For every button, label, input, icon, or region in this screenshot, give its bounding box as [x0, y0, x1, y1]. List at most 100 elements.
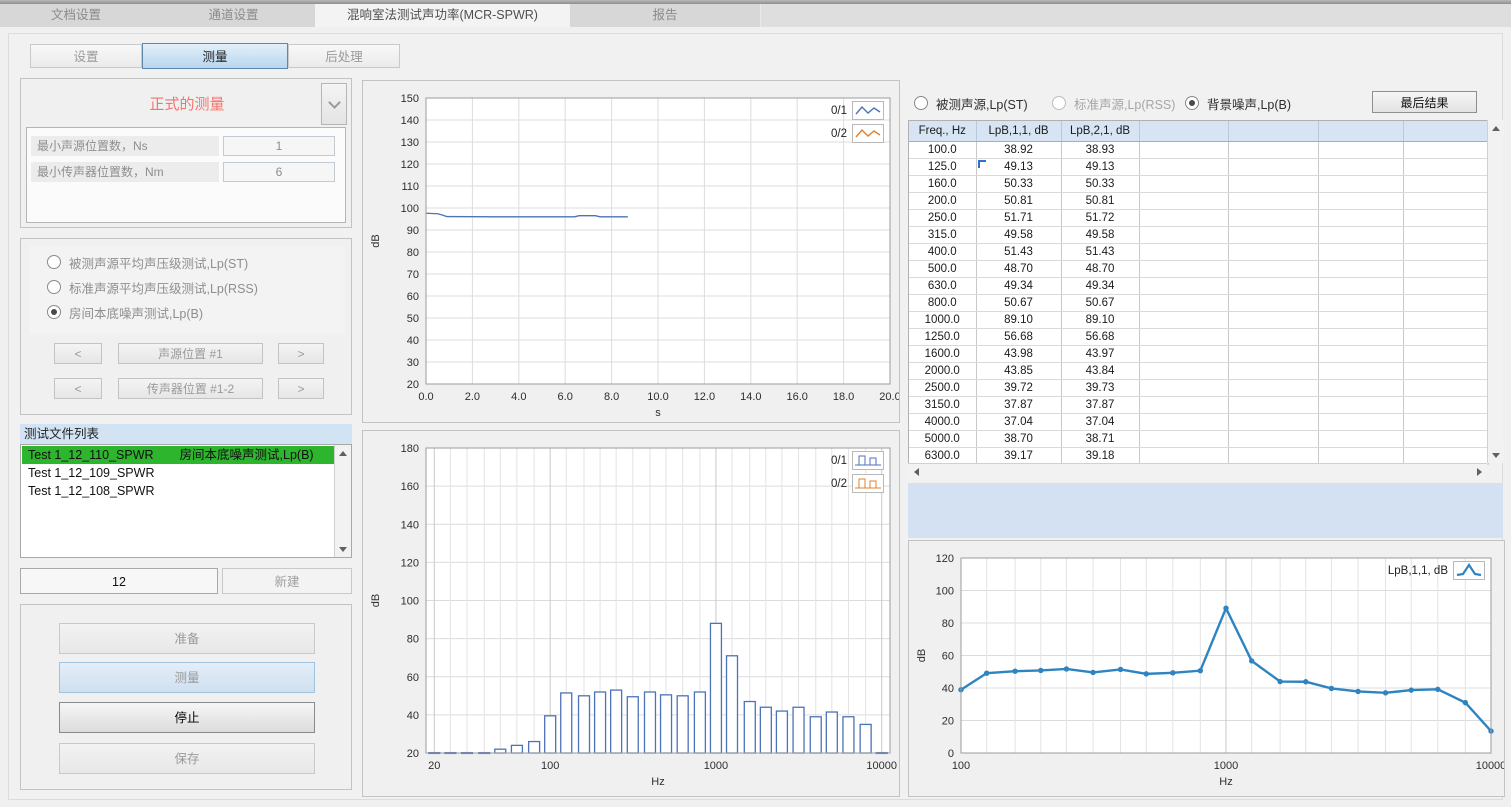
- table-cell[interactable]: [1318, 142, 1403, 159]
- table-cell[interactable]: 37.87: [976, 397, 1061, 414]
- table-row[interactable]: 2000.043.8543.84: [909, 363, 1488, 380]
- table-row[interactable]: 5000.038.7038.71: [909, 431, 1488, 448]
- table-cell[interactable]: [1403, 193, 1488, 210]
- table-cell[interactable]: 5000.0: [909, 431, 976, 448]
- table-cell[interactable]: 48.70: [976, 261, 1061, 278]
- table-cell[interactable]: [1403, 363, 1488, 380]
- mode-dropdown-button[interactable]: [321, 83, 347, 125]
- table-cell[interactable]: [1403, 329, 1488, 346]
- table-cell[interactable]: 400.0: [909, 244, 976, 261]
- result-radio-lp-rss[interactable]: 标准声源,Lp(RSS): [1052, 95, 1175, 111]
- table-horizontal-scrollbar[interactable]: [908, 463, 1487, 479]
- table-cell[interactable]: [1139, 142, 1228, 159]
- table-cell[interactable]: [1228, 346, 1318, 363]
- result-table[interactable]: Freq., Hz LpB,1,1, dB LpB,2,1, dB 100.03…: [908, 120, 1487, 465]
- table-cell[interactable]: 50.33: [1061, 176, 1139, 193]
- table-row[interactable]: 500.048.7048.70: [909, 261, 1488, 278]
- table-cell[interactable]: [1228, 193, 1318, 210]
- table-cell[interactable]: [1403, 142, 1488, 159]
- table-cell[interactable]: [1139, 414, 1228, 431]
- table-cell[interactable]: 49.13: [976, 159, 1061, 176]
- table-cell[interactable]: 630.0: [909, 278, 976, 295]
- table-cell[interactable]: 315.0: [909, 227, 976, 244]
- table-cell[interactable]: [1403, 176, 1488, 193]
- table-cell[interactable]: [1228, 244, 1318, 261]
- radio-lp-rss[interactable]: 标准声源平均声压级测试,Lp(RSS): [47, 279, 258, 295]
- ns-field-input[interactable]: 1: [223, 136, 335, 156]
- table-cell[interactable]: [1139, 261, 1228, 278]
- table-cell[interactable]: [1403, 448, 1488, 465]
- table-cell[interactable]: [1139, 176, 1228, 193]
- table-cell[interactable]: 800.0: [909, 295, 976, 312]
- scroll-down-icon[interactable]: [335, 541, 351, 557]
- table-cell[interactable]: [1228, 329, 1318, 346]
- table-row[interactable]: 100.038.9238.93: [909, 142, 1488, 159]
- table-cell[interactable]: [1228, 176, 1318, 193]
- tab-channel-settings[interactable]: 通道设置: [152, 4, 316, 27]
- table-cell[interactable]: [1139, 227, 1228, 244]
- table-row[interactable]: 160.050.3350.33: [909, 176, 1488, 193]
- result-radio-lp-st[interactable]: 被测声源,Lp(ST): [914, 95, 1028, 111]
- table-cell[interactable]: [1403, 380, 1488, 397]
- table-cell[interactable]: [1139, 278, 1228, 295]
- table-cell[interactable]: [1403, 346, 1488, 363]
- table-cell[interactable]: 50.81: [976, 193, 1061, 210]
- table-cell[interactable]: 49.34: [1061, 278, 1139, 295]
- table-cell[interactable]: 39.18: [1061, 448, 1139, 465]
- radio-lp-b[interactable]: 房间本底噪声测试,Lp(B): [47, 304, 203, 320]
- table-cell[interactable]: 250.0: [909, 210, 976, 227]
- mic-position-next-button[interactable]: >: [278, 378, 324, 399]
- table-cell[interactable]: 37.04: [1061, 414, 1139, 431]
- table-cell[interactable]: [1318, 312, 1403, 329]
- table-cell[interactable]: 89.10: [1061, 312, 1139, 329]
- table-row[interactable]: 250.051.7151.72: [909, 210, 1488, 227]
- table-cell[interactable]: [1228, 380, 1318, 397]
- table-cell[interactable]: [1228, 278, 1318, 295]
- table-cell[interactable]: [1139, 448, 1228, 465]
- table-cell[interactable]: 48.70: [1061, 261, 1139, 278]
- table-cell[interactable]: [1403, 159, 1488, 176]
- table-cell[interactable]: [1139, 346, 1228, 363]
- table-cell[interactable]: 49.34: [976, 278, 1061, 295]
- table-cell[interactable]: 4000.0: [909, 414, 976, 431]
- table-cell[interactable]: [1403, 210, 1488, 227]
- table-cell[interactable]: [1139, 397, 1228, 414]
- table-cell[interactable]: [1318, 329, 1403, 346]
- table-cell[interactable]: [1228, 431, 1318, 448]
- table-cell[interactable]: [1228, 414, 1318, 431]
- table-cell[interactable]: 2500.0: [909, 380, 976, 397]
- table-row[interactable]: 6300.039.1739.18: [909, 448, 1488, 465]
- table-cell[interactable]: 38.92: [976, 142, 1061, 159]
- table-cell[interactable]: 43.84: [1061, 363, 1139, 380]
- prepare-button[interactable]: 准备: [59, 623, 315, 654]
- table-cell[interactable]: [1318, 346, 1403, 363]
- scroll-left-icon[interactable]: [908, 464, 924, 480]
- table-cell[interactable]: 37.87: [1061, 397, 1139, 414]
- table-row[interactable]: 630.049.3449.34: [909, 278, 1488, 295]
- subtab-measure[interactable]: 测量: [142, 43, 288, 69]
- file-counter-button[interactable]: 12: [20, 568, 218, 594]
- table-cell[interactable]: [1139, 380, 1228, 397]
- table-cell[interactable]: [1139, 295, 1228, 312]
- table-cell[interactable]: [1318, 448, 1403, 465]
- source-position-button[interactable]: 声源位置 #1: [118, 343, 263, 364]
- table-row[interactable]: 2500.039.7239.73: [909, 380, 1488, 397]
- table-row[interactable]: 1600.043.9843.97: [909, 346, 1488, 363]
- list-item[interactable]: Test 1_12_110_SPWR房间本底噪声测试,Lp(B): [22, 446, 335, 464]
- table-cell[interactable]: [1318, 176, 1403, 193]
- table-cell[interactable]: 51.43: [1061, 244, 1139, 261]
- table-cell[interactable]: [1318, 397, 1403, 414]
- table-cell[interactable]: 51.71: [976, 210, 1061, 227]
- table-cell[interactable]: [1228, 397, 1318, 414]
- table-cell[interactable]: 50.67: [976, 295, 1061, 312]
- table-cell[interactable]: [1139, 431, 1228, 448]
- table-cell[interactable]: [1228, 261, 1318, 278]
- table-vertical-scrollbar[interactable]: [1487, 120, 1503, 463]
- table-row[interactable]: 200.050.8150.81: [909, 193, 1488, 210]
- table-cell[interactable]: [1403, 295, 1488, 312]
- result-radio-lp-b[interactable]: 背景噪声,Lp(B): [1185, 95, 1291, 111]
- tab-report[interactable]: 报告: [570, 4, 761, 27]
- table-cell[interactable]: [1318, 295, 1403, 312]
- table-cell[interactable]: [1228, 227, 1318, 244]
- table-cell[interactable]: 2000.0: [909, 363, 976, 380]
